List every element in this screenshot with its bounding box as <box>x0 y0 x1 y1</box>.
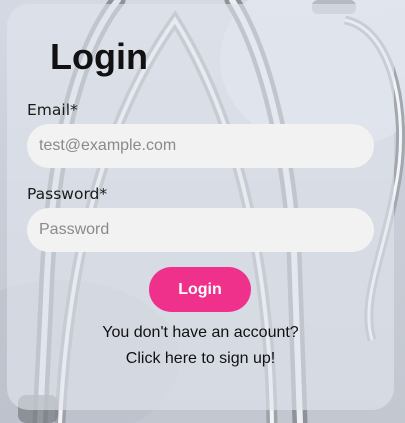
password-field[interactable] <box>27 208 374 252</box>
email-label: Email* <box>27 101 78 119</box>
signup-link[interactable]: Click here to sign up! <box>7 346 394 372</box>
password-label: Password* <box>27 185 108 203</box>
login-button[interactable]: Login <box>149 267 251 312</box>
page-title: Login <box>50 36 148 77</box>
email-field[interactable] <box>27 124 374 168</box>
signup-prompt: You don't have an account? Click here to… <box>7 320 394 372</box>
signup-prompt-text: You don't have an account? <box>102 324 299 341</box>
